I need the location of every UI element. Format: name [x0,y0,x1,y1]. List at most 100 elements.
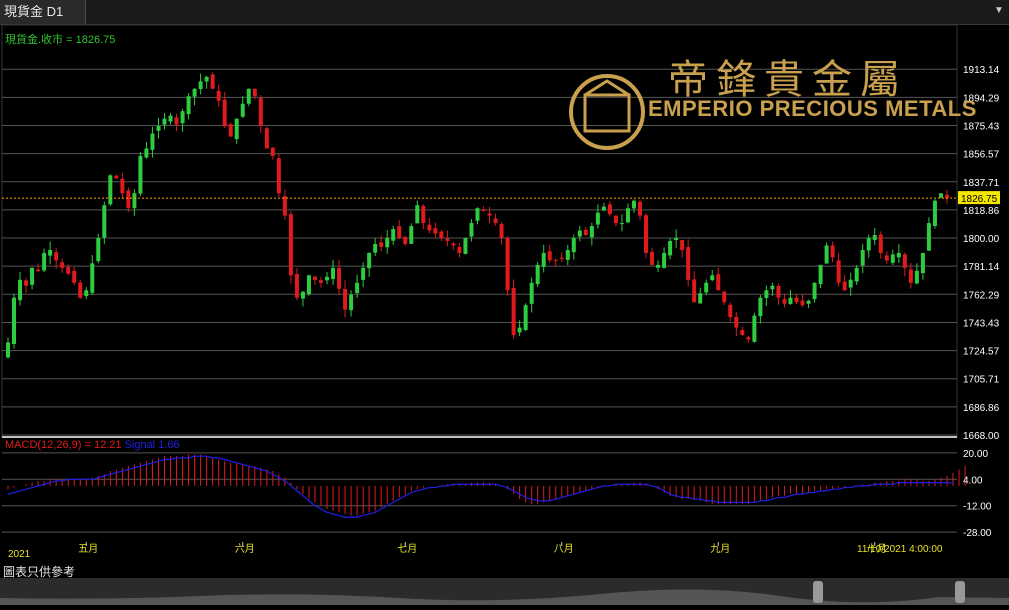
candle-body [78,282,83,298]
candle-body [198,81,203,90]
candle-body [300,291,305,299]
y-tick-label: 1800.00 [963,234,1000,245]
window-titlebar: 現貨金 D1 ▼ [0,0,1009,25]
candle-body [114,175,119,179]
candle-body [710,275,715,281]
candle-body [914,270,919,284]
candle-body [517,327,522,333]
candle-body [355,282,360,294]
candle-body [186,96,191,115]
candle-body [102,205,107,238]
candle-body [210,74,215,89]
candle-body [770,285,775,290]
candle-body [445,238,450,242]
candle-body [264,128,269,149]
candle-body [698,293,703,304]
candle-body [650,251,655,265]
candle-body [884,255,889,261]
candle-body [150,133,155,150]
candle-body [800,300,805,306]
candle-body [180,111,185,124]
candle-body [132,193,137,209]
candle-body [349,294,354,311]
candle-body [343,289,348,310]
candle-body [824,245,829,264]
signal-value: 1.66 [158,439,180,451]
candle-body [619,223,624,225]
range-handle-left[interactable] [813,581,823,603]
candle-body [126,190,131,209]
y-tick-label: 1743.43 [963,318,1000,329]
candle-body [613,215,618,224]
candle-body [938,193,943,198]
macd-tick-label: 20.00 [963,449,988,460]
candle-body [559,257,564,259]
candle-body [758,297,763,317]
candle-body [451,243,456,246]
candle-body [890,254,895,263]
candle-body [138,155,143,194]
candle-body [577,230,582,237]
macd-value: MACD(12,26,9) = 12.21 [5,439,122,451]
candle-body [415,205,420,224]
logo-roof [584,79,630,97]
y-tick-label: 1686.86 [963,403,1000,414]
candle-body [6,342,10,358]
candle-body [920,252,925,274]
candle-body [475,208,480,221]
candle-body [222,99,227,127]
candle-body [505,238,510,291]
candle-body [439,231,444,239]
candle-body [686,247,691,280]
brand-logo-icon [569,74,645,150]
candle-body [379,242,384,247]
candle-body [565,249,570,260]
candle-body [746,337,751,340]
candle-body [108,175,113,205]
navigator-scrollbar[interactable] [0,578,1009,605]
candle-body [276,158,281,194]
candle-body [463,238,468,254]
candle-body [812,282,817,300]
candle-body [625,208,630,223]
candle-body [403,236,408,244]
candle-body [337,267,342,289]
candle-body [644,215,649,253]
candle-body [872,235,877,240]
chart-tab[interactable]: 現貨金 D1 [0,0,86,24]
candle-body [282,196,287,216]
candle-body [535,264,540,285]
y-tick-label: 1762.29 [963,290,1000,301]
candle-body [511,287,516,336]
candle-body [204,76,209,82]
candle-body [36,269,41,271]
candle-body [385,238,390,248]
candle-body [258,97,263,127]
candle-body [72,270,77,283]
candle-body [84,290,89,297]
candle-body [391,229,396,241]
candle-body [294,274,299,298]
candle-body [228,124,233,137]
candle-body [668,241,673,256]
candle-body [776,285,781,298]
candle-body [866,238,871,251]
x-tick-label: 七月 [397,543,417,555]
candle-body [156,126,161,131]
candle-body [788,297,793,304]
candle-body [716,274,721,291]
candle-body [312,276,317,280]
range-handle-right[interactable] [955,581,965,603]
candle-body [18,279,23,301]
candle-body [66,266,71,274]
candle-body [806,300,811,304]
candle-body [601,206,606,211]
chevron-down-icon[interactable]: ▼ [993,4,1005,18]
candle-body [704,282,709,293]
brand-name-en: EMPERIO PRECIOUS METALS [648,96,977,121]
y-tick-label: 1913.14 [963,65,1000,76]
candle-body [794,297,799,303]
price-label: 現貨金.收市 = 1826.75 [5,34,116,46]
candle-body [571,238,576,253]
candle-body [848,279,853,288]
